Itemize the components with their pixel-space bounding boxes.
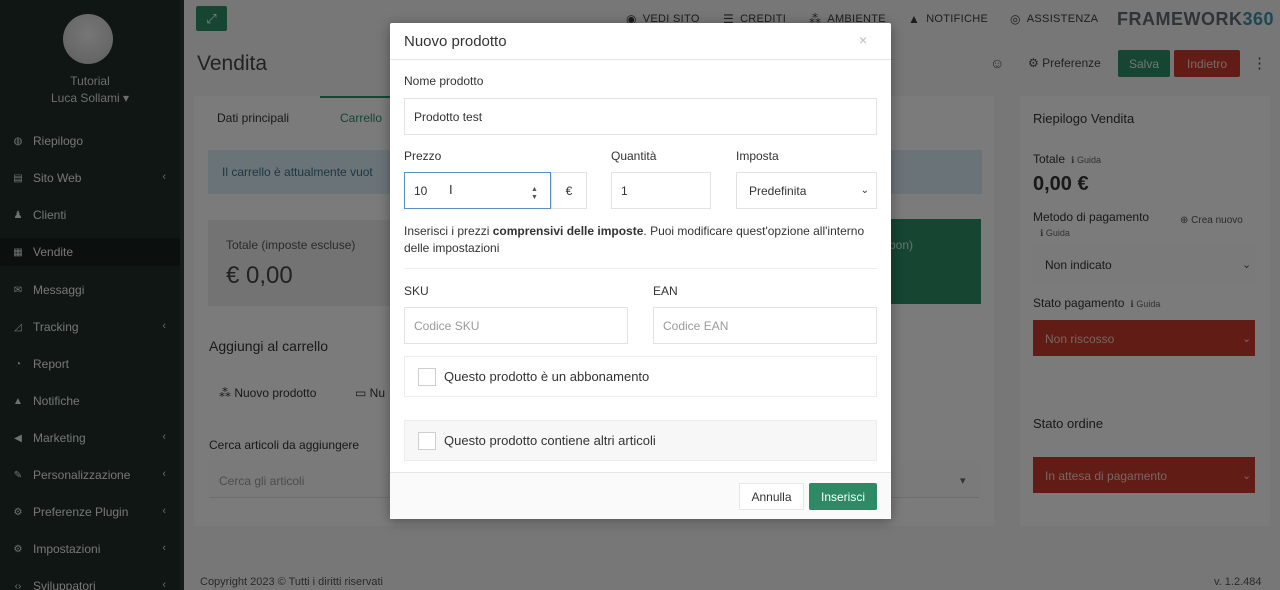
divider — [404, 268, 877, 269]
modal-header: Nuovo prodotto × — [390, 23, 891, 60]
subscription-option: Questo prodotto è un abbonamento — [404, 356, 877, 397]
subscription-label[interactable]: Questo prodotto è un abbonamento — [444, 369, 649, 384]
quantity-input[interactable] — [611, 172, 711, 209]
sku-input[interactable] — [404, 307, 628, 344]
currency-addon: € — [551, 172, 587, 209]
ean-input[interactable] — [653, 307, 877, 344]
tax-select-value: Predefinita — [749, 183, 807, 198]
insert-button[interactable]: Inserisci — [809, 483, 877, 510]
help-text-bold: comprensivi delle imposte — [492, 224, 644, 238]
modal-title: Nuovo prodotto — [404, 33, 507, 50]
price-input[interactable] — [404, 172, 551, 209]
quantity-label: Quantità — [611, 149, 657, 163]
price-label: Prezzo — [404, 149, 442, 163]
tax-select[interactable]: Predefinita ⌄ — [736, 172, 877, 209]
tax-label: Imposta — [736, 149, 779, 163]
help-text-part: Inserisci i prezzi — [404, 224, 493, 238]
number-spinner-icon[interactable]: ▲ ▼ — [531, 186, 538, 202]
text-cursor-icon: I — [449, 182, 453, 197]
cancel-button[interactable]: Annulla — [739, 483, 804, 510]
sku-label: SKU — [404, 284, 429, 298]
product-name-label: Nome prodotto — [404, 74, 484, 88]
modal-footer: Annulla Inserisci — [390, 472, 891, 519]
ean-label: EAN — [653, 284, 678, 298]
bundle-checkbox[interactable] — [418, 432, 436, 450]
product-name-input[interactable] — [404, 98, 877, 135]
close-icon[interactable]: × — [859, 32, 867, 48]
bundle-option: Questo prodotto contiene altri articoli — [404, 420, 877, 461]
chevron-down-icon: ⌄ — [860, 185, 869, 196]
price-help-text: Inserisci i prezzi comprensivi delle imp… — [404, 223, 874, 257]
subscription-checkbox[interactable] — [418, 368, 436, 386]
new-product-modal: Nuovo prodotto × Nome prodotto Prezzo I … — [390, 23, 891, 519]
bundle-label[interactable]: Questo prodotto contiene altri articoli — [444, 433, 656, 448]
